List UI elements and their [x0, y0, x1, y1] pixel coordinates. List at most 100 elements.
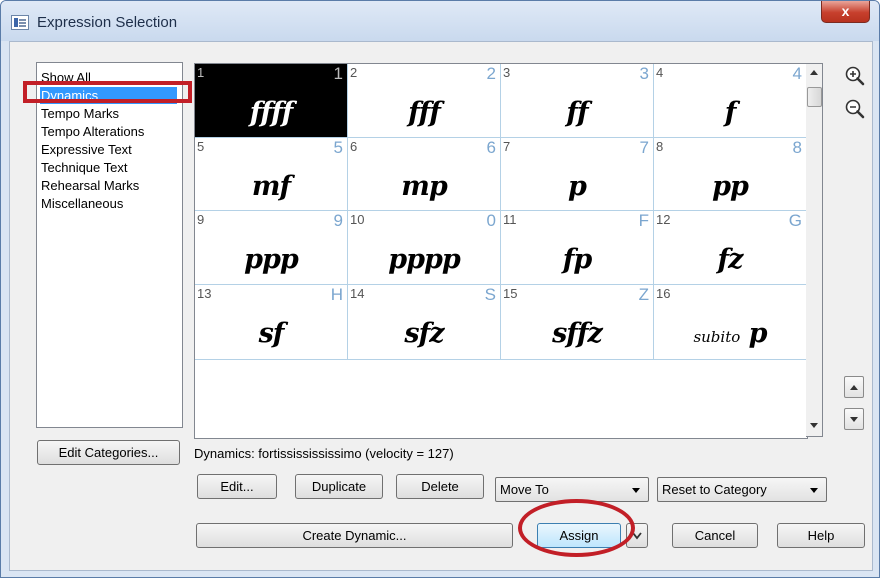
- expression-cell[interactable]: 14 Ssfz: [348, 285, 501, 360]
- expression-number: 16: [656, 286, 671, 301]
- selection-status-text: Dynamics: fortississississimo (velocity …: [194, 446, 454, 461]
- dynamic-symbol: p: [748, 318, 768, 349]
- expression-cell[interactable]: 3 3 ff: [501, 64, 654, 138]
- category-item-expressive-text[interactable]: Expressive Text: [40, 141, 132, 158]
- dynamic-symbol: ff: [566, 97, 588, 128]
- expression-cell[interactable]: 4 4 f: [654, 64, 807, 138]
- dynamic-marking: p: [501, 172, 653, 202]
- move-down-button[interactable]: [844, 408, 864, 430]
- dynamic-symbol: ffff: [249, 97, 293, 128]
- expression-cell[interactable]: 16 subito p: [654, 285, 807, 360]
- cancel-button[interactable]: Cancel: [672, 523, 758, 548]
- dynamic-symbol: pp: [712, 171, 749, 202]
- dynamic-marking: mf: [195, 172, 347, 202]
- expression-cell[interactable]: 13 Hsf: [195, 285, 348, 360]
- dynamic-marking: f: [654, 98, 806, 128]
- dynamic-marking: pppp: [348, 245, 500, 275]
- expression-cell[interactable]: 1 1 ffff: [195, 64, 348, 138]
- expression-number: 13: [197, 286, 212, 301]
- dynamic-symbol: sf: [258, 318, 285, 349]
- category-item-miscellaneous[interactable]: Miscellaneous: [40, 195, 123, 212]
- dynamic-marking: fz: [654, 245, 806, 275]
- arrow-up-icon: [850, 385, 858, 390]
- expression-cell[interactable]: 10 0 pppp: [348, 211, 501, 285]
- expression-cell[interactable]: 9 9 ppp: [195, 211, 348, 285]
- dynamic-marking: fff: [348, 98, 500, 128]
- duplicate-button[interactable]: Duplicate: [295, 474, 383, 499]
- expression-number: 14: [350, 286, 365, 301]
- expression-number: 11: [503, 212, 517, 227]
- expression-shortcut-key: 8: [792, 138, 802, 157]
- expression-number: 5: [197, 139, 205, 154]
- create-dynamic-button[interactable]: Create Dynamic...: [196, 523, 513, 548]
- expression-cell[interactable]: 2 2 fff: [348, 64, 501, 138]
- expression-shortcut-key: F: [638, 211, 649, 230]
- zoom-in-icon[interactable]: [844, 65, 866, 87]
- dynamic-symbol: mf: [251, 171, 291, 202]
- move-up-button[interactable]: [844, 376, 864, 398]
- move-to-value: Move To: [500, 482, 549, 497]
- scroll-thumb[interactable]: [807, 87, 822, 107]
- dynamic-marking: ppp: [195, 245, 347, 275]
- dynamic-symbol: pppp: [388, 244, 461, 275]
- category-item-tempo-marks[interactable]: Tempo Marks: [40, 105, 119, 122]
- reset-to-category-value: Reset to Category: [662, 482, 767, 497]
- expression-cell[interactable]: 15 Zsffz: [501, 285, 654, 360]
- expression-shortcut-key: 0: [486, 211, 496, 230]
- expression-shortcut-key: S: [484, 285, 496, 304]
- title-bar: Expression Selection x: [1, 1, 879, 41]
- dynamic-prefix: subito: [693, 328, 741, 346]
- help-button[interactable]: Help: [777, 523, 865, 548]
- expression-cell[interactable]: 12 Gfz: [654, 211, 807, 285]
- edit-button[interactable]: Edit...: [197, 474, 277, 499]
- dynamic-marking: sffz: [501, 319, 653, 349]
- dynamic-symbol: mp: [401, 171, 447, 202]
- dynamic-marking: ff: [501, 98, 653, 128]
- expression-shortcut-key: H: [330, 285, 343, 304]
- window-title: Expression Selection: [37, 14, 178, 31]
- category-item-technique-text[interactable]: Technique Text: [40, 159, 128, 176]
- dynamic-marking: subito p: [654, 319, 806, 352]
- zoom-out-icon[interactable]: [844, 98, 866, 120]
- dynamic-symbol: ppp: [244, 244, 299, 275]
- delete-button[interactable]: Delete: [396, 474, 484, 499]
- expression-number: 9: [197, 212, 205, 227]
- expression-grid: 1 1 ffff 2 2 fff 3 3 ff 4 4 f 5 5 mf 6 6 mp 7 7 p 8 8 pp 9 9 ppp 10…: [194, 63, 808, 439]
- dynamics-highlight-annotation: [23, 81, 192, 103]
- expression-cell[interactable]: 6 6 mp: [348, 138, 501, 211]
- expression-cell[interactable]: 11 Ffp: [501, 211, 654, 285]
- expression-number: 6: [350, 139, 358, 154]
- category-item-rehearsal-marks[interactable]: Rehearsal Marks: [40, 177, 139, 194]
- dynamic-symbol: fff: [408, 97, 441, 128]
- dynamic-marking: sf: [195, 319, 347, 349]
- dynamic-marking: pp: [654, 172, 806, 202]
- expression-cell[interactable]: 5 5 mf: [195, 138, 348, 211]
- expression-cell[interactable]: 8 8 pp: [654, 138, 807, 211]
- edit-categories-button[interactable]: Edit Categories...: [37, 440, 180, 465]
- grid-scrollbar[interactable]: [806, 63, 823, 437]
- expression-shortcut-key: 3: [639, 64, 649, 83]
- expression-number: 4: [656, 65, 664, 80]
- chevron-down-icon: [810, 488, 818, 493]
- category-item-tempo-alterations[interactable]: Tempo Alterations: [40, 123, 144, 140]
- expression-shortcut-key: 9: [333, 211, 343, 230]
- expression-shortcut-key: 5: [333, 138, 343, 157]
- close-button[interactable]: x: [821, 1, 870, 23]
- expression-shortcut-key: 6: [486, 138, 496, 157]
- expression-number: 12: [656, 212, 671, 227]
- dynamic-symbol: p: [568, 171, 587, 202]
- reset-to-category-dropdown[interactable]: Reset to Category: [657, 477, 827, 502]
- arrow-down-icon: [850, 417, 858, 422]
- expression-number: 2: [350, 65, 358, 80]
- expression-cell[interactable]: 7 7 p: [501, 138, 654, 211]
- dynamic-symbol: fz: [717, 244, 744, 275]
- expression-number: 7: [503, 139, 511, 154]
- category-list[interactable]: Show All Dynamics Tempo Marks Tempo Alterat…: [36, 62, 183, 428]
- expression-number: 8: [656, 139, 664, 154]
- chevron-down-icon: [632, 488, 640, 493]
- dialog-client-area: Show All Dynamics Tempo Marks Tempo Alterat…: [9, 41, 873, 571]
- expression-shortcut-key: 7: [639, 138, 649, 157]
- expression-shortcut-key: 1: [333, 64, 343, 83]
- scroll-down-arrow[interactable]: [810, 423, 818, 428]
- scroll-up-arrow[interactable]: [810, 70, 818, 75]
